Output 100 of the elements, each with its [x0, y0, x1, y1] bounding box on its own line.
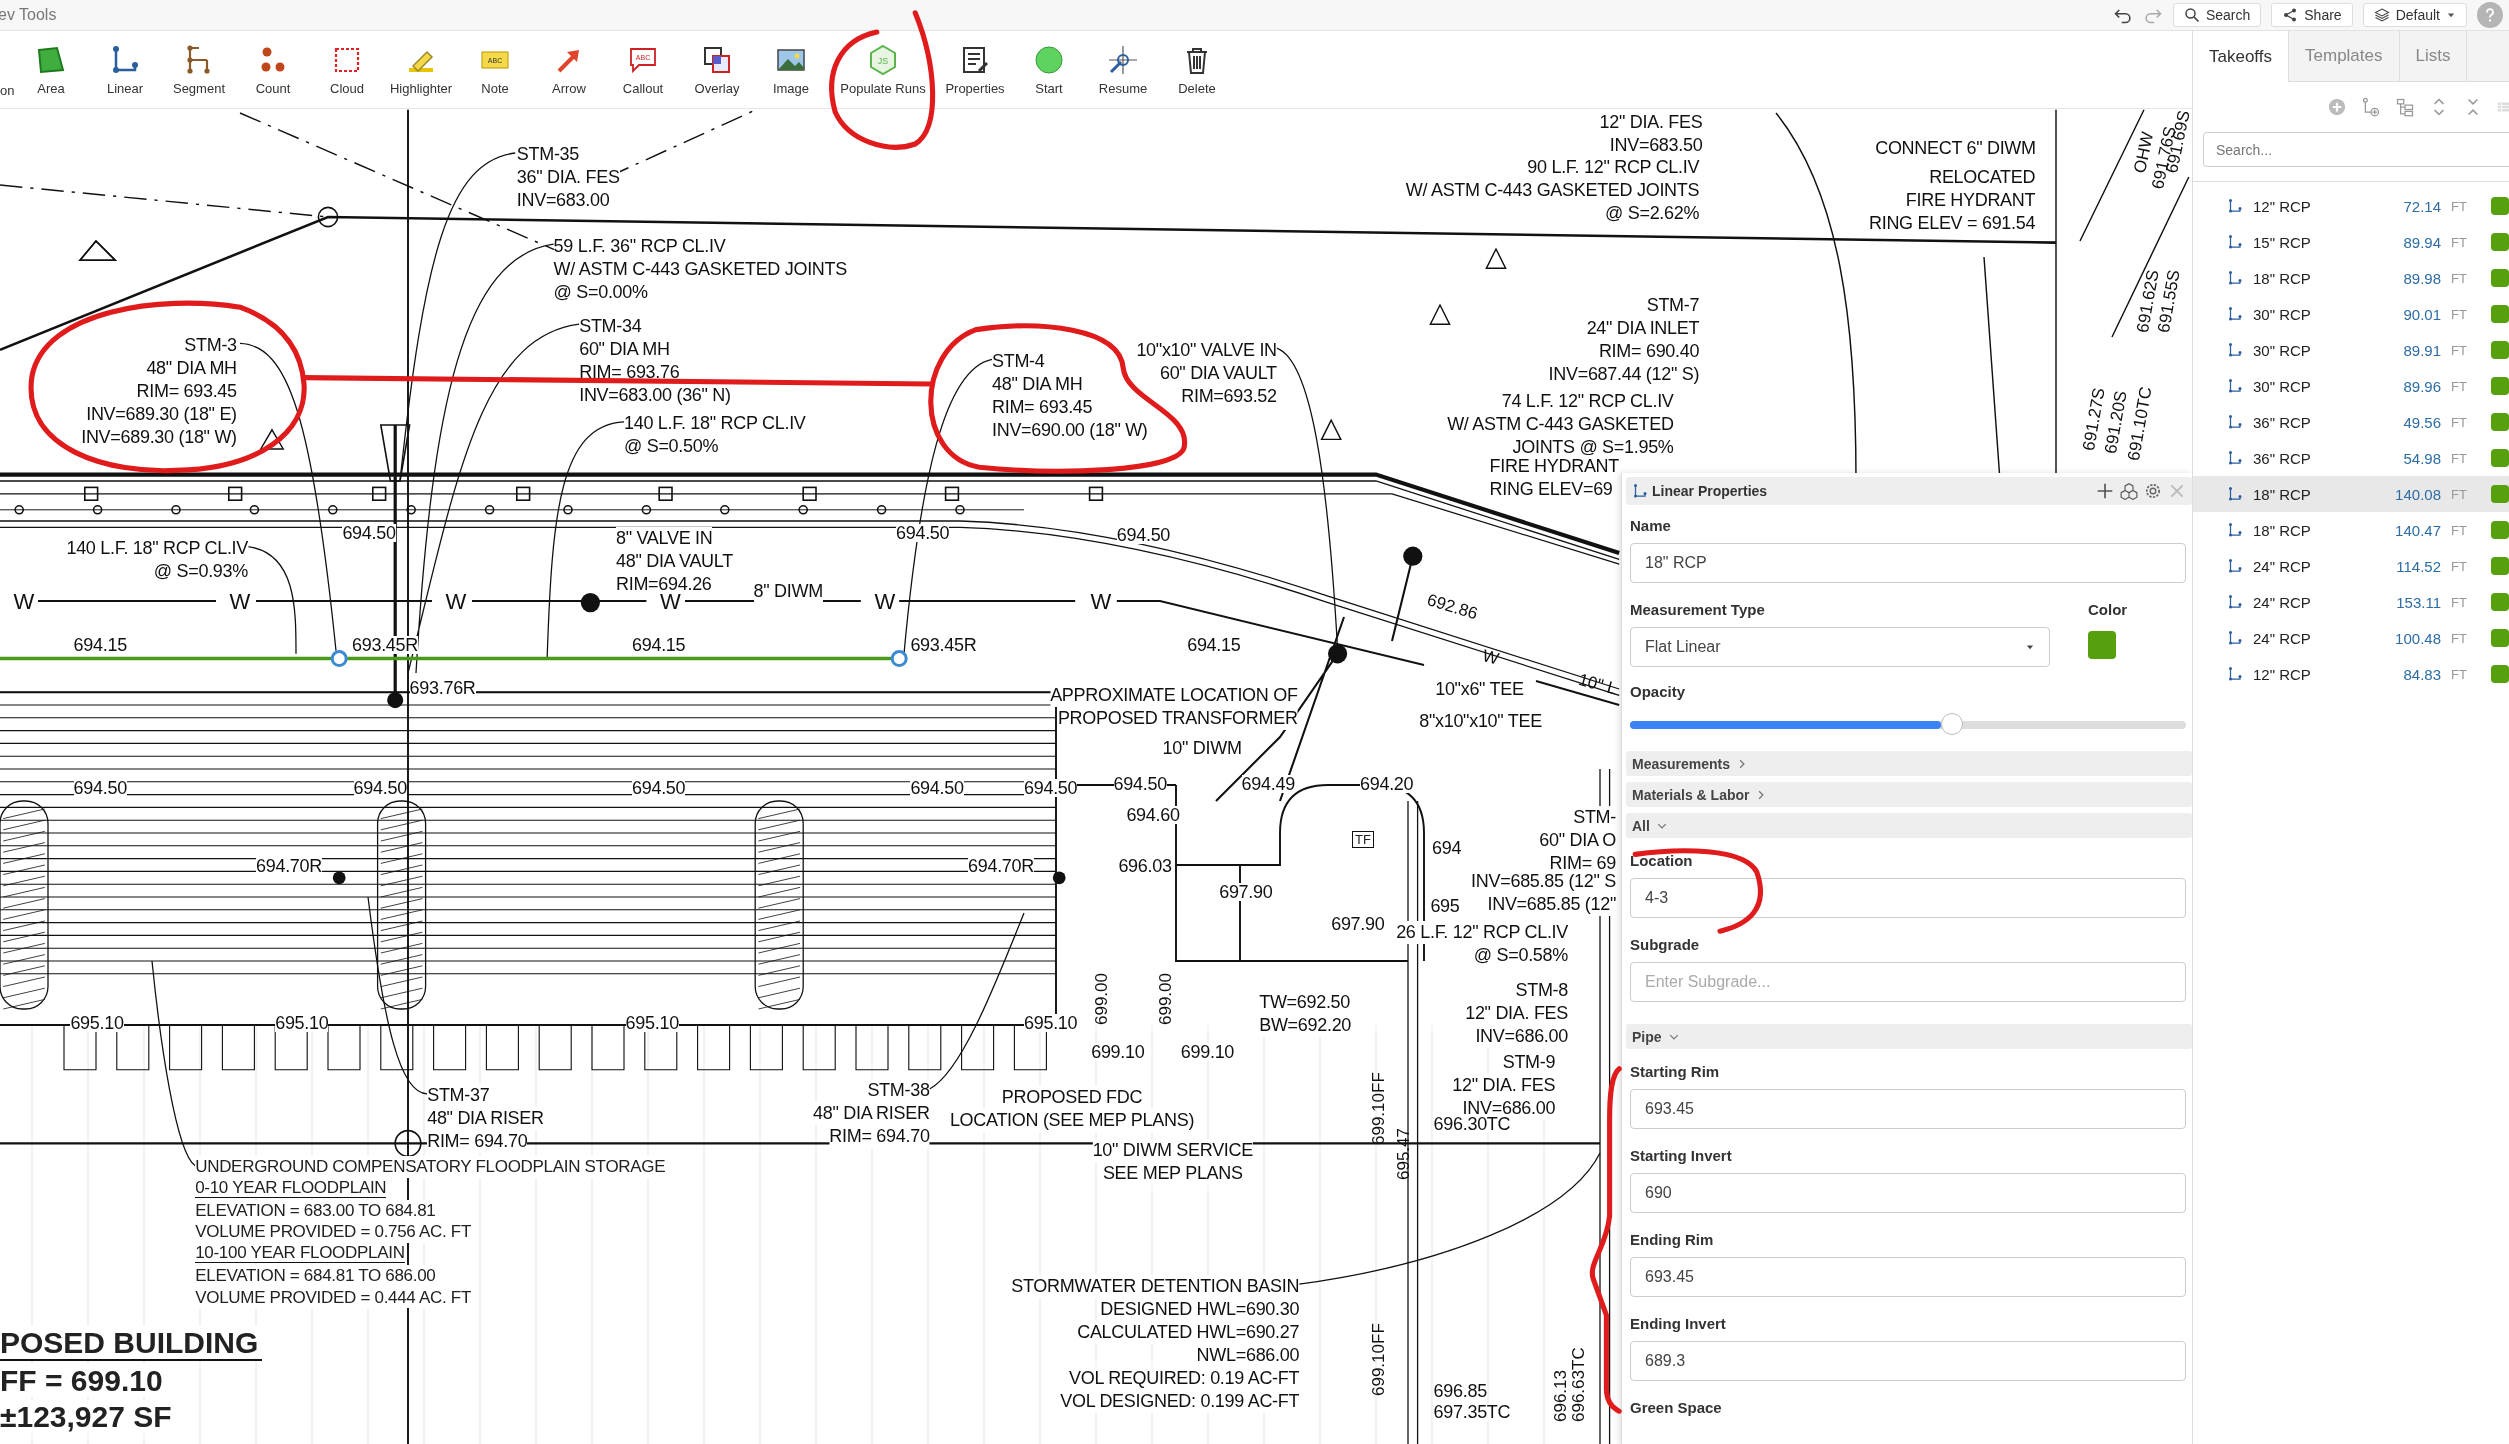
linear-measure-icon [2227, 450, 2243, 466]
takeoff-row[interactable]: 36" RCP 54.98 FT [2193, 440, 2509, 476]
building-label: POSED BUILDING [0, 1325, 263, 1361]
spot-elevation: 694.50 [910, 778, 964, 797]
section-header[interactable]: Pipe [1626, 1024, 2192, 1049]
text-field[interactable]: 689.3 [1630, 1341, 2186, 1381]
text-field[interactable]: 690 [1630, 1173, 2186, 1213]
takeoff-name: 30" RCP [2253, 341, 2312, 359]
unit-label: FT [2451, 234, 2468, 250]
field-label: Starting Rim [1630, 1063, 1720, 1080]
vertex-handle[interactable] [330, 650, 348, 668]
field-label: Subgrade [1630, 936, 1700, 953]
equipment-tag: TF [1352, 831, 1374, 849]
cubes-icon[interactable] [2120, 482, 2138, 500]
spot-elevation: 697.90 [1331, 914, 1385, 933]
search-button[interactable]: Search [2172, 3, 2262, 27]
slider-thumb[interactable] [1941, 713, 1964, 735]
spot-elevation: 695.10 [1024, 1013, 1078, 1032]
takeoff-quantity: 84.83 [2402, 665, 2441, 683]
takeoff-row[interactable]: 30" RCP 89.91 FT [2193, 332, 2509, 368]
linear-measure-icon [2227, 630, 2243, 646]
filled-circle-icon [1033, 43, 1065, 76]
takeoff-row[interactable]: 30" RCP 90.01 FT [2193, 296, 2509, 332]
takeoff-row[interactable]: 30" RCP 89.96 FT [2193, 368, 2509, 404]
section-header[interactable]: Materials & Labor [1626, 782, 2192, 807]
view-dropdown[interactable]: Default [2362, 3, 2467, 27]
takeoff-name: 30" RCP [2253, 305, 2312, 323]
takeoff-row[interactable]: 24" RCP 100.48 FT [2193, 620, 2509, 656]
toolbar-button[interactable]: Area [14, 31, 88, 108]
text-field[interactable]: 4-3 [1630, 878, 2186, 918]
text-field[interactable]: Enter Subgrade... [1630, 962, 2186, 1002]
spot-elevation: 697.90 [1219, 882, 1273, 901]
tree-icon[interactable] [2395, 97, 2415, 117]
toolbar-button[interactable]: Linear [88, 31, 162, 108]
spot-elevation: 694.70R [968, 857, 1034, 875]
building-label: FF = 699.10 [0, 1363, 163, 1397]
vertex-handle[interactable] [890, 650, 908, 668]
rotated-label: 699.00 [1156, 973, 1175, 1025]
toolbar-button[interactable]: Count [236, 31, 310, 108]
toolbar-button[interactable]: Delete [1160, 31, 1234, 108]
spot-elevation: 694.20 [1360, 775, 1414, 794]
settings-icon[interactable] [2144, 482, 2162, 500]
measurement-type-dropdown[interactable]: Flat Linear [1630, 627, 2050, 667]
takeoff-row[interactable]: 15" RCP 89.94 FT [2193, 224, 2509, 260]
name-field[interactable]: 18" RCP [1630, 543, 2186, 583]
legend-text: 0-10 YEAR FLOODPLAIN [195, 1177, 387, 1198]
takeoff-row[interactable]: 18" RCP 89.98 FT [2193, 260, 2509, 296]
spot-elevation: 695 [1430, 897, 1460, 915]
share-button[interactable]: Share [2271, 3, 2353, 27]
takeoff-row[interactable]: 24" RCP 153.11 FT [2193, 584, 2509, 620]
section-header[interactable]: Measurements [1626, 751, 2192, 776]
takeoff-quantity: 89.91 [2402, 341, 2441, 359]
takeoff-row[interactable]: 36" RCP 49.56 FT [2193, 404, 2509, 440]
takeoff-row[interactable]: 12" RCP 84.83 FT [2193, 656, 2509, 692]
unit-label: FT [2451, 522, 2468, 538]
search-field[interactable]: Search... [2203, 132, 2509, 167]
layers-icon [2373, 7, 2390, 23]
text-field[interactable]: 693.45 [1630, 1257, 2186, 1297]
toolbar-button[interactable]: Properties [938, 31, 1012, 108]
add-branch-icon[interactable] [2361, 97, 2381, 117]
toolbar-button[interactable]: JS Populate Runs [828, 31, 938, 108]
toolbar-button[interactable]: Image [754, 31, 828, 108]
toolbar-button[interactable]: on [0, 31, 14, 108]
linear-measure-icon [2227, 486, 2243, 502]
takeoff-line[interactable] [0, 656, 893, 661]
color-swatch[interactable] [2088, 631, 2116, 659]
linear-measure-icon [2227, 306, 2243, 322]
toolbar-button[interactable]: Overlay [680, 31, 754, 108]
takeoff-quantity: 89.94 [2402, 233, 2441, 251]
toolbar-button[interactable]: Highlighter [384, 31, 458, 108]
takeoff-row[interactable]: 12" RCP 72.14 FT [2193, 188, 2509, 224]
section-header[interactable]: All [1626, 813, 2192, 838]
linear-measure-icon [2227, 594, 2243, 610]
takeoff-row[interactable]: 24" RCP 114.52 FT [2193, 548, 2509, 584]
takeoff-quantity: 89.98 [2402, 269, 2441, 287]
field-label: Ending Invert [1630, 1315, 1726, 1332]
spot-elevation: 694.60 [1126, 805, 1180, 824]
add-icon[interactable] [2096, 482, 2114, 500]
close-icon[interactable] [2168, 482, 2186, 500]
opacity-slider-fill[interactable] [1630, 721, 1942, 729]
panel-tab[interactable]: Takeoffs [2193, 31, 2289, 82]
toolbar-button[interactable]: Cloud [310, 31, 384, 108]
unit-label: FT [2451, 306, 2468, 322]
structure-symbol [387, 692, 404, 709]
caret-icon [2446, 10, 2456, 20]
legend-text: ELEVATION = 683.00 TO 684.81 [195, 1199, 436, 1222]
takeoff-name: 18" RCP [2253, 521, 2312, 539]
toolbar-button[interactable]: Resume [1086, 31, 1160, 108]
search-icon [2183, 7, 2200, 23]
takeoff-name: 12" RCP [2253, 197, 2312, 215]
toolbar-button[interactable]: Start [1012, 31, 1086, 108]
add-circle-icon[interactable] [2327, 97, 2347, 117]
takeoff-row[interactable]: 18" RCP 140.08 FT [2193, 476, 2509, 512]
takeoff-name: 18" RCP [2253, 485, 2312, 503]
spot-elevation: 694.50 [1116, 525, 1171, 544]
takeoff-row[interactable]: 18" RCP 140.47 FT [2193, 512, 2509, 548]
toolbar-button[interactable]: Segment [162, 31, 236, 108]
rotated-label: 696.13 [1552, 1369, 1570, 1422]
text-field[interactable]: 693.45 [1630, 1089, 2186, 1129]
toolbar-button[interactable]: Arrow [532, 31, 606, 108]
